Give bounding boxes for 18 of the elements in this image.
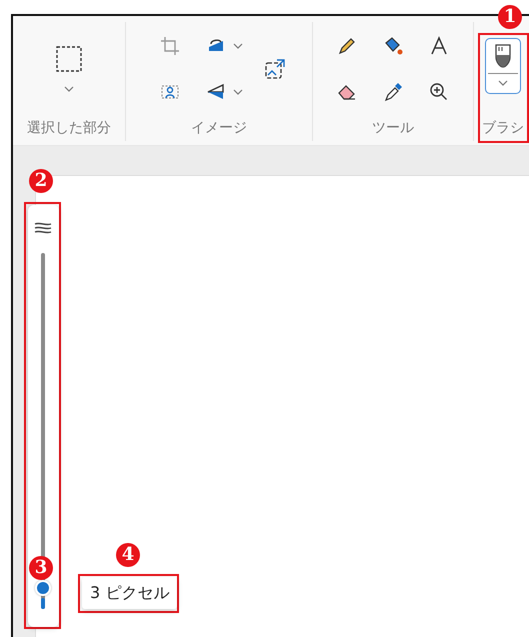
slider-thumb[interactable]	[35, 580, 51, 596]
chevron-down-icon[interactable]	[64, 86, 74, 92]
group-label: ブラシ	[482, 119, 524, 138]
resize-icon[interactable]	[264, 58, 286, 80]
rectangle-select-icon[interactable]	[56, 46, 82, 72]
size-tooltip: 3 ピクセル	[82, 577, 178, 609]
crop-icon[interactable]	[159, 34, 181, 56]
brush-icon	[494, 42, 512, 68]
eyedropper-icon[interactable]	[382, 80, 404, 102]
group-label: イメージ	[191, 119, 247, 138]
brush-button[interactable]	[485, 38, 521, 94]
group-label: ツール	[372, 119, 414, 138]
chevron-down-icon[interactable]	[233, 42, 243, 48]
callout-number: 1	[498, 5, 522, 29]
chevron-down-icon[interactable]	[498, 80, 508, 86]
chevron-down-icon[interactable]	[233, 88, 243, 94]
group-label: 選択した部分	[27, 119, 111, 138]
stroke-width-icon	[34, 222, 52, 234]
